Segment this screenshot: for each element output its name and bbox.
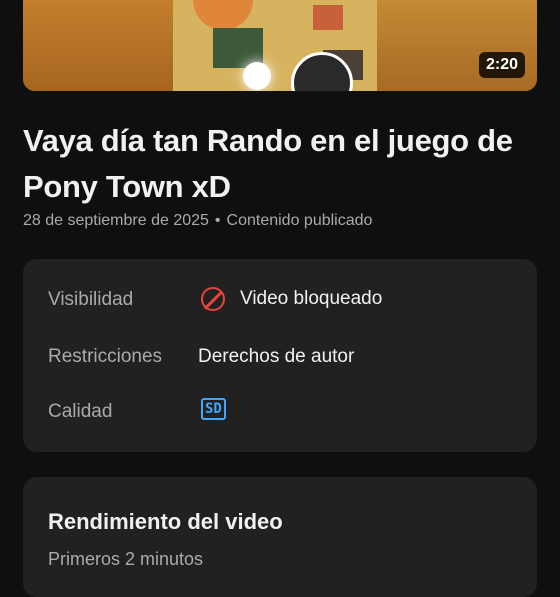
quality-label: Calidad [48,401,113,422]
performance-title: Rendimiento del video [48,509,283,534]
video-details-card: Visibilidad Video bloqueado Restriccione… [23,259,537,452]
thumbnail-blur-left [23,0,173,91]
video-thumbnail[interactable]: 2:20 [23,0,537,91]
performance-card[interactable]: Rendimiento del video Primeros 2 minutos [23,477,537,597]
restrictions-value[interactable]: Derechos de autor [198,346,354,368]
quality-value: SD [198,398,226,420]
restrictions-label: Restricciones [48,346,163,367]
sd-quality-icon: SD [201,398,226,420]
visibility-text: Video bloqueado [240,288,383,309]
video-meta: 28 de septiembre de 2025 • Contenido publi… [23,212,372,230]
meta-separator: • [214,212,221,229]
publish-status: Contenido publicado [226,212,373,229]
duration-badge: 2:20 [478,52,525,78]
visibility-label: Visibilidad [48,289,134,310]
thumbnail-game-scene [173,0,387,91]
video-title: Vaya día tan Rando en el juego de Pony T… [23,123,513,204]
publish-date: 28 de septiembre de 2025 [23,212,209,229]
blocked-icon [201,287,225,311]
visibility-value[interactable]: Video bloqueado [198,287,382,311]
